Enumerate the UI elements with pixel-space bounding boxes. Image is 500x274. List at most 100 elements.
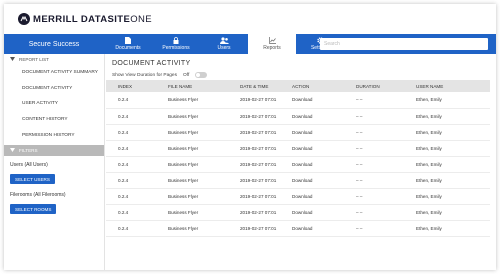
table-cell: – – xyxy=(344,92,404,109)
nav-documents[interactable]: Documents xyxy=(104,34,152,54)
table-cell: Business Flyer xyxy=(156,172,228,189)
table-cell: – – xyxy=(344,140,404,157)
table-cell: Business Flyer xyxy=(156,92,228,109)
table-row[interactable]: 0.2.4 Business Flyer 2019-02-27 07:01 Downl… xyxy=(106,92,490,109)
table-row[interactable]: 0.2.4 Business Flyer 2019-02-27 07:01 Downl… xyxy=(106,220,490,237)
table-cell: Ethen, Emily xyxy=(404,156,490,173)
nav-label: Users xyxy=(217,45,231,51)
chart-icon xyxy=(268,37,276,44)
select-rooms-button[interactable]: SELECT ROOMS xyxy=(10,204,57,215)
table-cell: Download xyxy=(280,124,344,141)
table-cell: 0.2.4 xyxy=(106,92,156,109)
page-title: DOCUMENT ACTIVITY xyxy=(112,60,191,67)
view-duration-toggle[interactable] xyxy=(195,72,208,78)
column-header[interactable]: DURATION xyxy=(344,80,404,92)
table-cell: 2019-02-27 07:01 xyxy=(228,156,280,173)
table-cell: Ethen, Emily xyxy=(404,108,490,125)
toggle-state: Off xyxy=(182,72,190,78)
table-cell: Download xyxy=(280,188,344,205)
nav-reports[interactable]: Reports xyxy=(248,34,296,54)
activity-table: INDEX FILE NAME DATE & TIME ACTION DURATION U… xyxy=(106,80,490,237)
table-cell: 2019-02-27 07:01 xyxy=(228,124,280,141)
table-cell: 2019-02-27 07:01 xyxy=(228,220,280,237)
table-row[interactable]: 0.2.4 Business Flyer 2019-02-27 07:01 Downl… xyxy=(106,188,490,205)
table-cell: – – xyxy=(344,220,404,237)
table-cell: 2019-02-27 07:01 xyxy=(228,92,280,109)
table-cell: 0.2.4 xyxy=(106,204,156,221)
nav-label: Documents xyxy=(115,45,141,51)
table-cell: 0.2.4 xyxy=(106,124,156,141)
table-row[interactable]: 0.2.4 Business Flyer 2019-02-27 07:01 Downl… xyxy=(106,124,490,141)
table-cell: Download xyxy=(280,220,344,237)
logo: MERRILL DATASITEONE xyxy=(33,13,152,25)
document-icon xyxy=(125,37,131,44)
table-cell: – – xyxy=(344,172,404,189)
filerooms-filter-text: Filerooms (All Filerooms) xyxy=(10,191,66,198)
table-row[interactable]: 0.2.4 Business Flyer 2019-02-27 07:01 Downl… xyxy=(106,108,490,125)
table-cell: Ethen, Emily xyxy=(404,124,490,141)
nav-users[interactable]: Users xyxy=(200,34,248,54)
table-header-row: INDEX FILE NAME DATE & TIME ACTION DURATION U… xyxy=(106,80,490,92)
search-input[interactable]: Search xyxy=(320,38,488,50)
select-users-button[interactable]: SELECT USERS xyxy=(10,174,55,185)
chevron-down-icon xyxy=(10,147,15,153)
table-cell: 0.2.4 xyxy=(106,172,156,189)
nav-label: Permissions xyxy=(162,45,190,51)
table-cell: Business Flyer xyxy=(156,188,228,205)
table-row[interactable]: 0.2.4 Business Flyer 2019-02-27 07:01 Downl… xyxy=(106,172,490,189)
column-header[interactable]: FILE NAME xyxy=(156,80,228,92)
column-header[interactable]: USER NAME xyxy=(404,80,490,92)
table-row[interactable]: 0.2.4 Business Flyer 2019-02-27 07:01 Downl… xyxy=(106,204,490,221)
table-cell: Business Flyer xyxy=(156,156,228,173)
logo-icon xyxy=(18,13,30,25)
table-cell: – – xyxy=(344,156,404,173)
table-cell: Business Flyer xyxy=(156,140,228,157)
table-cell: Ethen, Emily xyxy=(404,220,490,237)
sidebar-item-content-history[interactable]: CONTENT HISTORY xyxy=(4,112,104,128)
table-row[interactable]: 0.2.4 Business Flyer 2019-02-27 07:01 Downl… xyxy=(106,156,490,173)
view-duration-toggle-row: Show View Duration for Pages Off xyxy=(112,72,496,78)
report-list-header[interactable]: REPORT LIST xyxy=(4,54,104,65)
table-cell: Ethen, Emily xyxy=(404,204,490,221)
column-header[interactable]: DATE & TIME xyxy=(228,80,280,92)
filters-label: FILTERS xyxy=(19,147,38,153)
table-cell: 2019-02-27 07:01 xyxy=(228,140,280,157)
sidebar-item-permission-history[interactable]: PERMISSION HISTORY xyxy=(4,127,104,143)
top-nav: Secure Success Documents Permissions Use… xyxy=(4,34,496,54)
table-cell: Download xyxy=(280,108,344,125)
sidebar-item-document-activity-summary[interactable]: DOCUMENT ACTIVITY SUMMARY xyxy=(4,65,104,81)
logo-bar: MERRILL DATASITEONE xyxy=(4,4,496,34)
sidebar-item-document-activity[interactable]: DOCUMENT ACTIVITY xyxy=(4,81,104,97)
filters-header[interactable]: FILTERS xyxy=(4,144,104,156)
sidebar: REPORT LIST DOCUMENT ACTIVITY SUMMARY DO… xyxy=(4,54,105,270)
lock-icon xyxy=(173,37,179,44)
table-cell: 0.2.4 xyxy=(106,140,156,157)
table-cell: 0.2.4 xyxy=(106,156,156,173)
table-cell: Business Flyer xyxy=(156,124,228,141)
table-cell: Download xyxy=(280,92,344,109)
users-icon xyxy=(219,37,229,44)
table-cell: Download xyxy=(280,156,344,173)
table-cell: Ethen, Emily xyxy=(404,140,490,157)
table-cell: Ethen, Emily xyxy=(404,172,490,189)
table-cell: – – xyxy=(344,124,404,141)
table-cell: Ethen, Emily xyxy=(404,188,490,205)
nav-permissions[interactable]: Permissions xyxy=(152,34,200,54)
table-cell: Business Flyer xyxy=(156,220,228,237)
toggle-label: Show View Duration for Pages xyxy=(112,72,177,78)
column-header[interactable]: ACTION xyxy=(280,80,344,92)
users-filter-text: Users (All Users) xyxy=(10,161,48,168)
table-cell: 0.2.4 xyxy=(106,220,156,237)
table-cell: 2019-02-27 07:01 xyxy=(228,172,280,189)
table-cell: Business Flyer xyxy=(156,204,228,221)
chevron-down-icon xyxy=(10,57,15,62)
report-list-label: REPORT LIST xyxy=(19,57,49,62)
table-cell: Download xyxy=(280,172,344,189)
main-content: DOCUMENT ACTIVITY Show View Duration for… xyxy=(106,54,496,270)
table-cell: Download xyxy=(280,204,344,221)
table-row[interactable]: 0.2.4 Business Flyer 2019-02-27 07:01 Downl… xyxy=(106,140,490,157)
workspace-name[interactable]: Secure Success xyxy=(4,34,104,54)
table-cell: – – xyxy=(344,204,404,221)
column-header[interactable]: INDEX xyxy=(106,80,156,92)
sidebar-item-user-activity[interactable]: USER ACTIVITY xyxy=(4,96,104,112)
